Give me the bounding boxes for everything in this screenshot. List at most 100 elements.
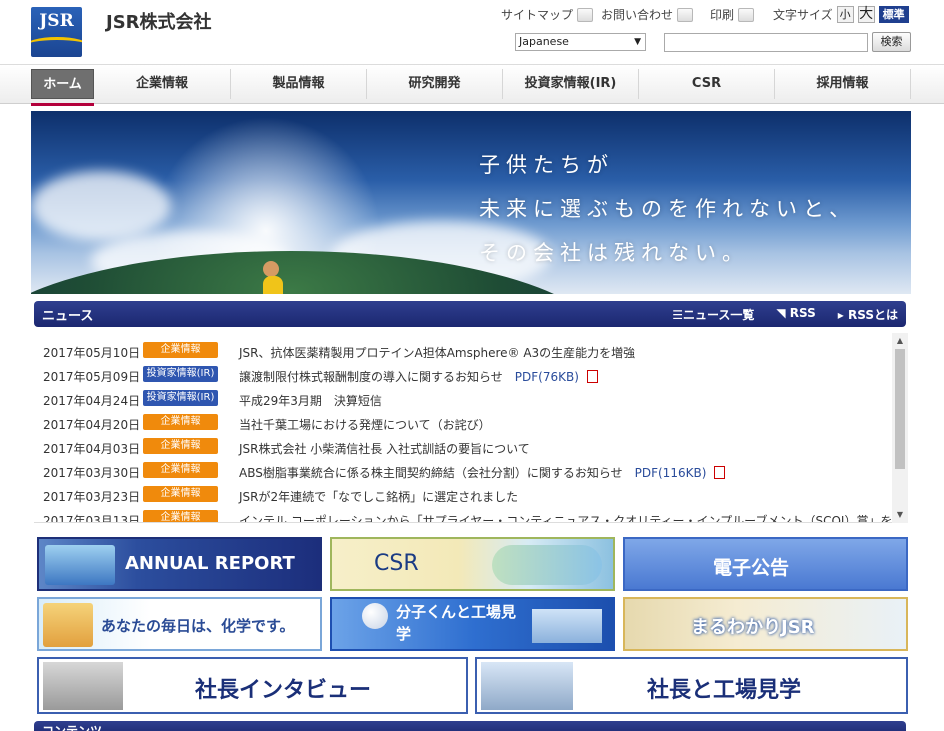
news-pdf-link[interactable]: PDF(76KB) bbox=[515, 370, 579, 384]
news-text-wrap: JSR、抗体医薬精製用プロテインA担体Amsphere® A3の生産能力を増強 bbox=[239, 344, 635, 361]
logo-text: JSR bbox=[39, 11, 74, 31]
news-item[interactable]: 2017年04月24日 投資家情報(IR) 平成29年3月期 決算短信 bbox=[34, 388, 892, 412]
news-category-badge: 企業情報 bbox=[143, 510, 218, 522]
news-list: 2017年05月10日 企業情報 JSR、抗体医薬精製用プロテインA担体Amsphe… bbox=[34, 333, 908, 523]
sitemap-icon bbox=[577, 7, 594, 22]
sitemap-link[interactable]: サイトマップ bbox=[501, 6, 594, 23]
news-header: ニュース ☰ニュース一覧 ◥ RSS ▸ RSSとは bbox=[34, 301, 906, 327]
news-item[interactable]: 2017年03月13日 企業情報 インテル コーポレーションから「サプライヤー・コン… bbox=[34, 508, 908, 523]
news-date: 2017年03月30日 bbox=[43, 466, 141, 480]
news-category-badge: 投資家情報(IR) bbox=[143, 390, 218, 406]
news-category-badge: 企業情報 bbox=[143, 438, 218, 454]
language-select[interactable]: Japanese ▼ bbox=[515, 33, 646, 51]
triangle-right-icon: ▸ bbox=[837, 308, 848, 322]
nav-research[interactable]: 研究開発 bbox=[367, 69, 503, 99]
news-date: 2017年04月03日 bbox=[43, 442, 141, 456]
cityscape-image bbox=[45, 545, 115, 585]
news-item[interactable]: 2017年05月10日 企業情報 JSR、抗体医薬精製用プロテインA担体Amsphe… bbox=[34, 340, 892, 364]
news-category-badge: 企業情報 bbox=[143, 486, 218, 502]
news-pdf-link[interactable]: PDF(116KB) bbox=[635, 466, 707, 480]
news-date: 2017年03月23日 bbox=[43, 490, 141, 504]
person-image bbox=[43, 603, 93, 647]
company-name[interactable]: JSR株式会社 bbox=[106, 8, 212, 34]
news-list-link[interactable]: ☰ニュース一覧 bbox=[672, 306, 754, 323]
hero-banner[interactable]: 子供たちが 未来に選ぶものを作れないと、 その会社は残れない。 bbox=[31, 111, 911, 294]
font-size-label: 文字サイズ bbox=[773, 8, 833, 22]
pdf-icon bbox=[586, 370, 598, 383]
dropdown-arrow-icon: ▼ bbox=[634, 37, 641, 47]
search-input[interactable] bbox=[664, 33, 868, 52]
news-category-badge: 企業情報 bbox=[143, 414, 218, 430]
president-factory-tour-banner[interactable]: 社長と工場見学 bbox=[475, 657, 908, 714]
news-headline-link[interactable]: JSR、抗体医薬精製用プロテインA担体Amsphere® A3の生産能力を増強 bbox=[239, 346, 635, 360]
news-list-label: ニュース一覧 bbox=[682, 308, 755, 322]
hero-copy: 子供たちが 未来に選ぶものを作れないと、 その会社は残れない。 bbox=[479, 143, 856, 275]
news-item[interactable]: 2017年03月30日 企業情報 ABS樹脂事業統合に係る株主間契約締結（会社分割）… bbox=[34, 460, 892, 484]
rss-link[interactable]: ◥ RSS bbox=[776, 306, 815, 323]
rss-about-link[interactable]: ▸ RSSとは bbox=[838, 306, 898, 323]
news-headline-link[interactable]: 譲渡制限付株式報酬制度の導入に関するお知らせ bbox=[239, 370, 503, 384]
president-interview-label: 社長インタビュー bbox=[195, 678, 372, 703]
hero-line-3: その会社は残れない。 bbox=[479, 241, 749, 265]
news-text-wrap: ABS樹脂事業統合に係る株主間契約締結（会社分割）に関するお知らせ PDF(116… bbox=[239, 464, 726, 481]
nav-csr[interactable]: CSR bbox=[639, 69, 775, 99]
about-jsr-banner[interactable]: まるわかりJSR bbox=[623, 597, 908, 651]
news-headline-link[interactable]: JSR株式会社 小柴満信社長 入社式訓話の要旨について bbox=[239, 442, 530, 456]
scroll-down-icon[interactable]: ▼ bbox=[892, 507, 908, 523]
scroll-up-icon[interactable]: ▲ bbox=[892, 333, 908, 349]
news-headline-link[interactable]: JSRが2年連続で「なでしこ銘柄」に選定されました bbox=[239, 490, 518, 504]
news-item[interactable]: 2017年04月03日 企業情報 JSR株式会社 小柴満信社長 入社式訓話の要旨につ… bbox=[34, 436, 892, 460]
rss-icon: ◥ bbox=[776, 306, 790, 320]
nav-company[interactable]: 企業情報 bbox=[94, 69, 231, 99]
search-button[interactable]: 検索 bbox=[872, 32, 911, 52]
print-link[interactable]: 印刷 bbox=[710, 6, 755, 23]
molecule-factory-tour-banner[interactable]: 分子くんと工場見学 bbox=[330, 597, 615, 651]
scroll-thumb[interactable] bbox=[895, 349, 905, 469]
csr-banner[interactable]: CSR bbox=[330, 537, 615, 591]
news-item[interactable]: 2017年04月20日 企業情報 当社千葉工場における発煙について（お詫び） bbox=[34, 412, 892, 436]
annual-report-banner[interactable]: ANNUAL REPORT bbox=[37, 537, 322, 591]
hero-line-1: 子供たちが bbox=[479, 153, 614, 177]
news-headline-link[interactable]: ABS樹脂事業統合に係る株主間契約締結（会社分割）に関するお知らせ bbox=[239, 466, 623, 480]
news-scrollbar[interactable]: ▲ ▼ bbox=[892, 333, 908, 523]
annual-report-label: ANNUAL REPORT bbox=[125, 553, 295, 574]
font-standard-button[interactable]: 標準 bbox=[878, 6, 909, 23]
font-small-button[interactable]: 小 bbox=[836, 6, 854, 23]
news-category-badge: 企業情報 bbox=[143, 462, 218, 478]
news-text-wrap: インテル コーポレーションから「サプライヤー・コンティニュアス・クオリティー・イ… bbox=[239, 512, 908, 522]
news-title: ニュース bbox=[42, 309, 94, 324]
nav-investors[interactable]: 投資家情報(IR) bbox=[503, 69, 639, 99]
nav-home[interactable]: ホーム bbox=[31, 69, 94, 99]
president-interview-banner[interactable]: 社長インタビュー bbox=[37, 657, 468, 714]
jsr-logo[interactable]: JSR bbox=[31, 7, 82, 57]
factory-image bbox=[532, 609, 602, 643]
public-notice-banner[interactable]: 電子公告 bbox=[623, 537, 908, 591]
nav-products[interactable]: 製品情報 bbox=[231, 69, 367, 99]
font-large-button[interactable]: 大 bbox=[857, 6, 875, 23]
child-figure-head bbox=[263, 261, 279, 277]
logo-swoosh-icon bbox=[31, 37, 82, 55]
news-headline-link[interactable]: 当社千葉工場における発煙について（お詫び） bbox=[239, 418, 491, 432]
news-item[interactable]: 2017年05月09日 投資家情報(IR) 譲渡制限付株式報酬制度の導入に関するお知… bbox=[34, 364, 892, 388]
child-figure-body bbox=[263, 276, 283, 294]
site-header: JSR JSR株式会社 サイトマップ お問い合わせ 印刷 文字サイズ 小 大 標… bbox=[0, 0, 944, 64]
print-label: 印刷 bbox=[710, 8, 735, 22]
cloud-shape bbox=[31, 171, 171, 241]
news-category-badge: 企業情報 bbox=[143, 342, 218, 358]
news-item[interactable]: 2017年03月23日 企業情報 JSRが2年連続で「なでしこ銘柄」に選定されました bbox=[34, 484, 892, 508]
contact-label: お問い合わせ bbox=[601, 8, 674, 22]
news-text-wrap: 平成29年3月期 決算短信 bbox=[239, 392, 382, 409]
news-text-wrap: JSRが2年連続で「なでしこ銘柄」に選定されました bbox=[239, 488, 518, 505]
molecule-character-icon bbox=[362, 603, 388, 629]
everyday-chemistry-banner[interactable]: あなたの毎日は、化学です。 bbox=[37, 597, 322, 651]
hero-line-2: 未来に選ぶものを作れないと、 bbox=[479, 197, 857, 221]
news-date: 2017年05月10日 bbox=[43, 346, 141, 360]
news-date: 2017年03月13日 bbox=[43, 514, 141, 523]
news-headline-link[interactable]: インテル コーポレーションから「サプライヤー・コンティニュアス・クオリティー・イ… bbox=[239, 514, 908, 522]
list-icon: ☰ bbox=[672, 308, 683, 322]
contact-link[interactable]: お問い合わせ bbox=[601, 6, 694, 23]
news-headline-link[interactable]: 平成29年3月期 決算短信 bbox=[239, 394, 382, 408]
nav-recruit[interactable]: 採用情報 bbox=[775, 69, 911, 99]
language-value: Japanese bbox=[519, 35, 569, 48]
nav-active-indicator bbox=[31, 103, 94, 106]
